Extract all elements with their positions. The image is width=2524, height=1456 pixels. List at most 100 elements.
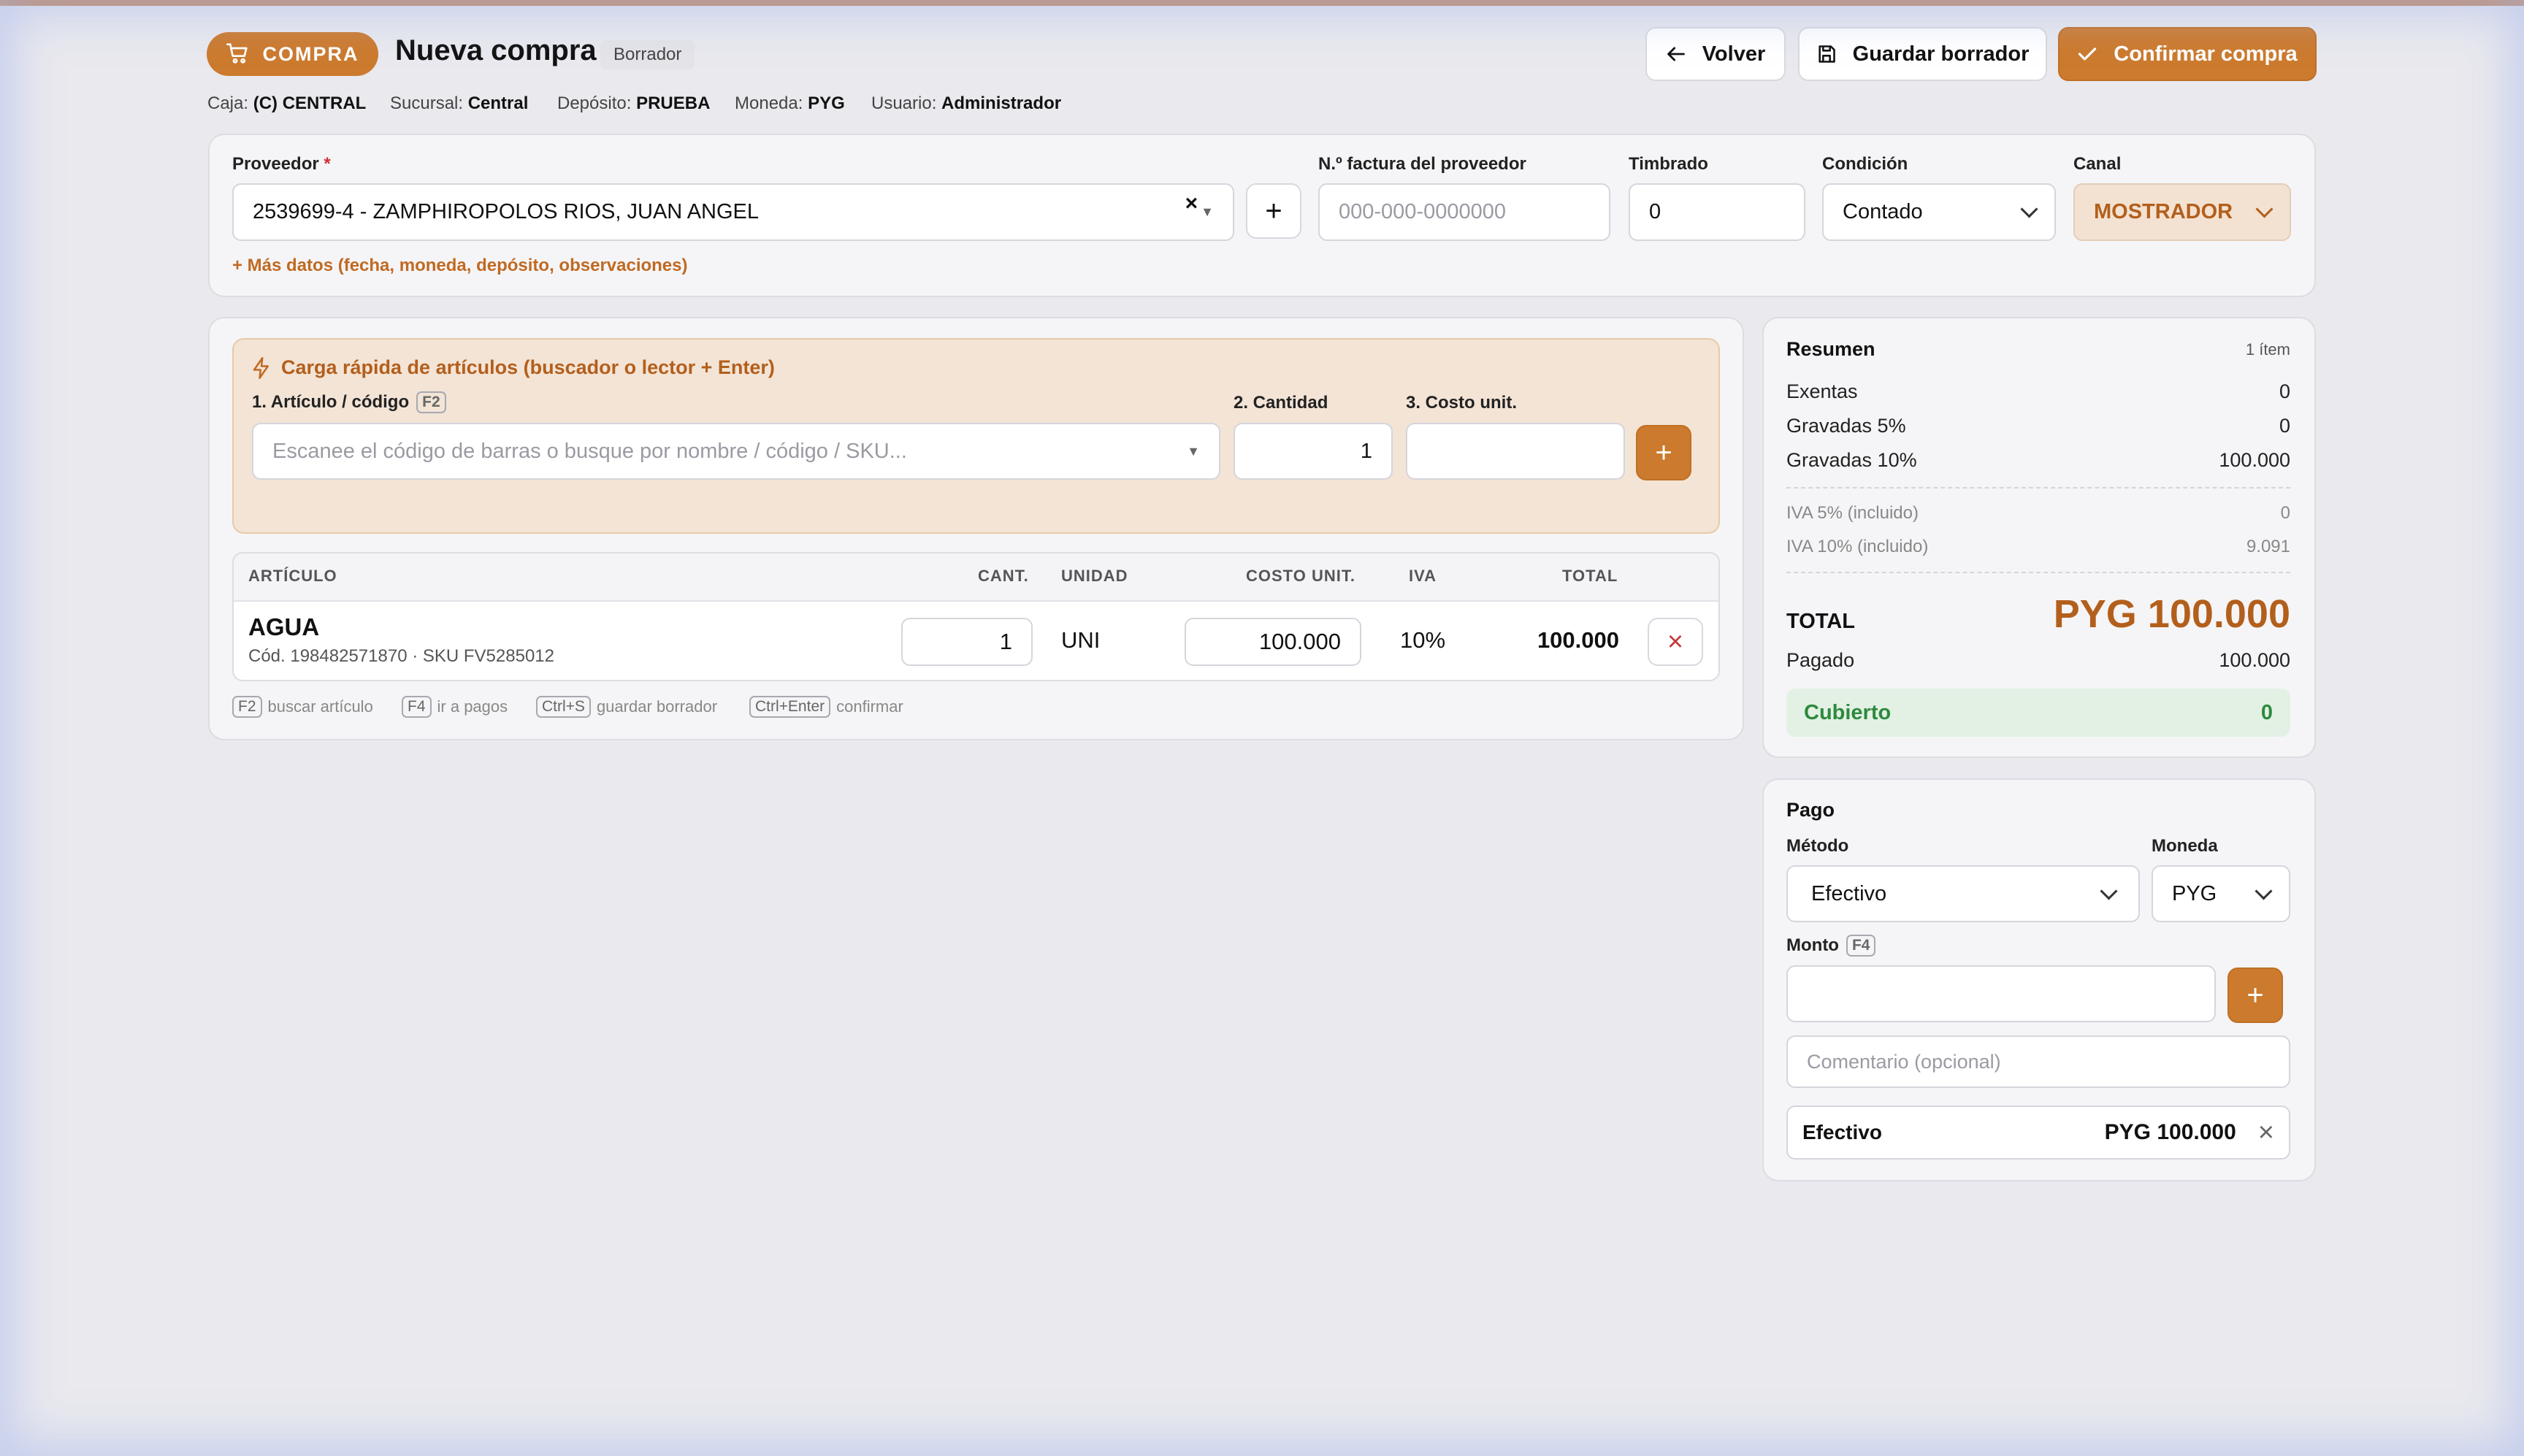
plus-icon: +	[2246, 978, 2264, 1011]
close-icon: ×	[1667, 626, 1684, 657]
supplier-value: 2539699-4 - ZAMPHIROPOLOS RIOS, JUAN ANG…	[253, 200, 760, 223]
quantity-input[interactable]: 1	[1234, 423, 1393, 480]
clear-icon[interactable]: ×	[1185, 191, 1198, 216]
payment-title: Pago	[1786, 799, 1835, 821]
summary-exentas: Exentas 0	[1786, 380, 2290, 402]
close-icon[interactable]: ×	[2258, 1117, 2274, 1149]
item-name: AGUA	[248, 613, 320, 640]
chevron-down-icon	[2255, 881, 2273, 900]
amount-label: Monto F4	[1786, 935, 1876, 957]
purchase-badge: COMPRA	[207, 32, 378, 76]
timbrado-label: Timbrado	[1629, 154, 1708, 174]
summary-gravadas-5: Gravadas 5% 0	[1786, 415, 2290, 437]
article-search-input[interactable]: Escanee el código de barras o busque por…	[252, 423, 1220, 480]
add-supplier-button[interactable]: +	[1246, 183, 1301, 239]
payment-entry-amount: PYG 100.000	[2104, 1120, 2236, 1144]
remove-item-button[interactable]: ×	[1648, 618, 1703, 666]
summary-items-count: 1 ítem	[2245, 340, 2290, 359]
hint-ctrl-s: Ctrl+S guardar borrador	[536, 696, 717, 718]
context-usuario: Usuario: Administrador	[871, 93, 1062, 113]
summary-gravadas-10: Gravadas 10% 100.000	[1786, 449, 2290, 471]
lightning-icon	[253, 356, 269, 379]
context-sucursal: Sucursal: Central	[390, 93, 529, 113]
col-unit-cost: COSTO UNIT.	[1246, 567, 1355, 585]
more-data-link[interactable]: + Más datos (fecha, moneda, depósito, ob…	[232, 256, 688, 276]
col-unit: UNIDAD	[1061, 567, 1128, 585]
add-payment-button[interactable]: +	[2227, 968, 2283, 1023]
f2-key: F2	[416, 391, 446, 413]
caret-down-icon: ▼	[1201, 204, 1214, 219]
channel-select[interactable]: MOSTRADOR	[2073, 183, 2291, 241]
item-total: 100.000	[1537, 627, 1619, 653]
summary-divider	[1786, 487, 2290, 488]
plus-icon: +	[1655, 436, 1672, 469]
add-article-button[interactable]: +	[1636, 425, 1691, 480]
unit-cost-label: 3. Costo unit.	[1406, 393, 1517, 413]
quick-load-title: Carga rápida de artículos (buscador o le…	[252, 356, 775, 379]
save-draft-button-label: Guardar borrador	[1852, 42, 2030, 66]
back-button[interactable]: Volver	[1645, 27, 1786, 81]
hint-f4: F4 ir a pagos	[402, 696, 508, 718]
confirm-purchase-button[interactable]: Confirmar compra	[2058, 27, 2317, 81]
col-article: ARTÍCULO	[248, 567, 337, 585]
condition-select[interactable]: Contado	[1822, 183, 2056, 241]
chevron-down-icon	[2100, 881, 2118, 900]
chevron-down-icon	[2020, 200, 2038, 218]
summary-iva-10: IVA 10% (incluido) 9.091	[1786, 537, 2290, 556]
plus-icon: +	[1265, 194, 1282, 227]
method-label: Método	[1786, 836, 1849, 856]
purchase-badge-label: COMPRA	[262, 42, 359, 65]
caret-down-icon: ▼	[1187, 443, 1200, 459]
channel-label: Canal	[2073, 154, 2122, 174]
col-iva: IVA	[1409, 567, 1437, 585]
confirm-purchase-button-label: Confirmar compra	[2114, 42, 2298, 66]
col-qty: CANT.	[978, 567, 1029, 585]
f4-key: F4	[1846, 935, 1876, 957]
payment-entry-method: Efectivo	[1802, 1121, 1882, 1143]
invoice-label: N.º factura del proveedor	[1318, 154, 1526, 174]
summary-iva-5: IVA 5% (incluido) 0	[1786, 503, 2290, 523]
covered-label: Cubierto	[1804, 700, 1892, 724]
item-cost-input[interactable]: 100.000	[1185, 618, 1361, 666]
context-moneda: Moneda: PYG	[735, 93, 845, 113]
status-badge: Borrador	[600, 40, 695, 69]
col-total: TOTAL	[1562, 567, 1618, 585]
save-draft-button[interactable]: Guardar borrador	[1798, 27, 2047, 81]
arrow-left-icon	[1667, 47, 1685, 61]
hint-ctrl-enter: Ctrl+Enter confirmar	[749, 696, 903, 718]
timbrado-input[interactable]: 0	[1629, 183, 1805, 241]
summary-title: Resumen	[1786, 338, 1875, 360]
supplier-select[interactable]: 2539699-4 - ZAMPHIROPOLOS RIOS, JUAN ANG…	[232, 183, 1234, 241]
condition-label: Condición	[1822, 154, 1908, 174]
unit-cost-input[interactable]	[1406, 423, 1625, 480]
cart-icon	[226, 43, 248, 64]
summary-paid: Pagado 100.000	[1786, 649, 2290, 671]
summary-divider	[1786, 572, 2290, 573]
top-accent-line	[0, 0, 2524, 6]
page-title: Nueva compra	[395, 34, 597, 66]
total-label: TOTAL	[1786, 610, 1855, 633]
item-code: Cód. 198482571870 · SKU FV5285012	[248, 646, 554, 666]
total-value: PYG 100.000	[2053, 592, 2290, 636]
currency-select[interactable]: PYG	[2152, 865, 2290, 922]
item-qty-input[interactable]: 1	[901, 618, 1033, 666]
items-table-header-bg	[234, 553, 1718, 602]
amount-input[interactable]	[1786, 965, 2216, 1022]
context-caja: Caja: (C) CENTRAL	[207, 93, 367, 113]
item-unit: UNI	[1061, 627, 1101, 653]
payment-entry: Efectivo PYG 100.000 ×	[1786, 1106, 2290, 1160]
save-icon	[1819, 45, 1835, 63]
quantity-label: 2. Cantidad	[1234, 393, 1328, 413]
covered-value: 0	[2260, 700, 2273, 724]
back-button-label: Volver	[1702, 42, 1766, 66]
article-label: 1. Artículo / código F2	[252, 391, 446, 413]
check-icon	[2079, 47, 2097, 61]
currency-label: Moneda	[2152, 836, 2218, 856]
supplier-label: Proveedor *	[232, 154, 331, 174]
context-deposito: Depósito: PRUEBA	[557, 93, 711, 113]
comment-input[interactable]: Comentario (opcional)	[1786, 1035, 2290, 1088]
item-iva: 10%	[1400, 627, 1446, 653]
chevron-down-icon	[2255, 200, 2273, 218]
method-select[interactable]: Efectivo	[1786, 865, 2140, 922]
invoice-input[interactable]: 000-000-0000000	[1318, 183, 1610, 241]
